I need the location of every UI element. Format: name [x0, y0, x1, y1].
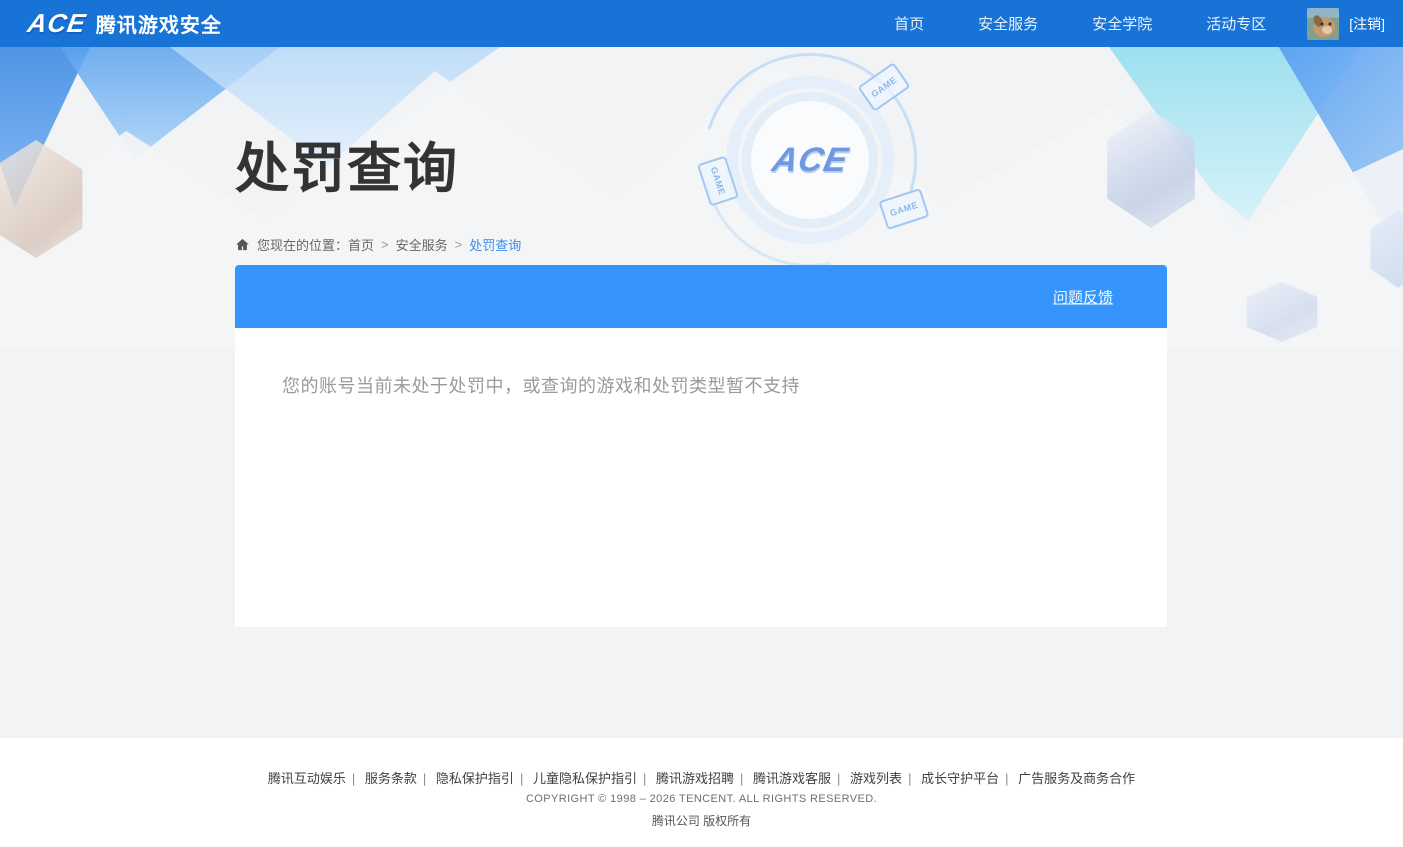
home-icon — [236, 238, 249, 251]
site-logo-text: 腾讯游戏安全 — [95, 15, 222, 37]
footer-link-customer-service[interactable]: 腾讯游戏客服 — [753, 771, 831, 786]
nav-item-activity-zone[interactable]: 活动专区 — [1206, 13, 1266, 34]
footer-separator: | — [642, 771, 647, 786]
page-title: 处罚查询 — [235, 139, 459, 199]
footer-link-ads-business[interactable]: 广告服务及商务合作 — [1018, 771, 1135, 786]
company-text: 腾讯公司 版权所有 — [651, 814, 752, 828]
card-banner: 问题反馈 — [235, 265, 1167, 328]
breadcrumb-item-current[interactable]: 处罚查询 — [469, 235, 521, 254]
breadcrumb-item-home[interactable]: 首页 — [348, 235, 374, 254]
breadcrumb-label: 您现在的位置： — [257, 238, 349, 253]
nav-item-security-services[interactable]: 安全服务 — [978, 13, 1038, 34]
footer-link-growth-guard[interactable]: 成长守护平台 — [921, 771, 999, 786]
top-navbar: ACE 腾讯游戏安全 首页 安全服务 安全学院 活动专区 [注销] — [0, 0, 1403, 47]
logout-link[interactable]: [注销] — [1349, 14, 1385, 34]
ace-emblem-logo-icon: ACE — [768, 140, 852, 179]
footer-link-privacy[interactable]: 隐私保护指引 — [436, 771, 514, 786]
ace-logo-icon: ACE — [25, 8, 89, 38]
breadcrumb-item-security-services[interactable]: 安全服务 — [396, 235, 448, 254]
query-result-card: 问题反馈 您的账号当前未处于处罚中，或查询的游戏和处罚类型暂不支持 — [235, 265, 1167, 627]
footer-links: 腾讯互动娱乐 | 服务条款 | 隐私保护指引 | 儿童隐私保护指引 | 腾讯游戏招聘 | … — [0, 768, 1403, 787]
footer-link-game-list[interactable]: 游戏列表 — [850, 771, 902, 786]
card-body: 您的账号当前未处于处罚中，或查询的游戏和处罚类型暂不支持 — [235, 328, 1167, 627]
copyright-text: COPYRIGHT © 1998 – 2026 TENCENT. ALL RIG… — [525, 793, 878, 805]
no-punishment-message: 您的账号当前未处于处罚中，或查询的游戏和处罚类型暂不支持 — [282, 376, 800, 396]
emblem-inner-circle: ACE — [751, 101, 869, 219]
footer-link-ient[interactable]: 腾讯互动娱乐 — [268, 771, 346, 786]
main-nav: 首页 安全服务 安全学院 活动专区 [注销] — [867, 0, 1403, 47]
footer: 腾讯互动娱乐 | 服务条款 | 隐私保护指引 | 儿童隐私保护指引 | 腾讯游戏招聘 | … — [0, 738, 1403, 847]
footer-link-children-privacy[interactable]: 儿童隐私保护指引 — [533, 771, 637, 786]
footer-link-terms[interactable]: 服务条款 — [365, 771, 417, 786]
page: ACE 腾讯游戏安全 首页 安全服务 安全学院 活动专区 [注销] ACE GA… — [0, 0, 1403, 847]
site-logo[interactable]: ACE 腾讯游戏安全 — [25, 8, 222, 39]
footer-separator: | — [422, 771, 427, 786]
footer-separator: | — [1005, 771, 1009, 786]
breadcrumb-separator: > — [454, 237, 463, 252]
footer-separator: | — [519, 771, 524, 786]
footer-separator: | — [837, 771, 841, 786]
footer-separator: | — [908, 771, 912, 786]
footer-separator: | — [351, 771, 356, 786]
feedback-link[interactable]: 问题反馈 — [1053, 286, 1113, 307]
footer-separator: | — [740, 771, 744, 786]
nav-item-security-academy[interactable]: 安全学院 — [1092, 13, 1152, 34]
user-avatar[interactable] — [1307, 7, 1340, 40]
breadcrumb: 您现在的位置： 首页 > 安全服务 > 处罚查询 — [235, 235, 521, 254]
avatar-image — [1307, 7, 1340, 40]
breadcrumb-separator: > — [381, 237, 389, 252]
nav-item-home[interactable]: 首页 — [894, 13, 924, 34]
footer-link-careers[interactable]: 腾讯游戏招聘 — [656, 771, 734, 786]
